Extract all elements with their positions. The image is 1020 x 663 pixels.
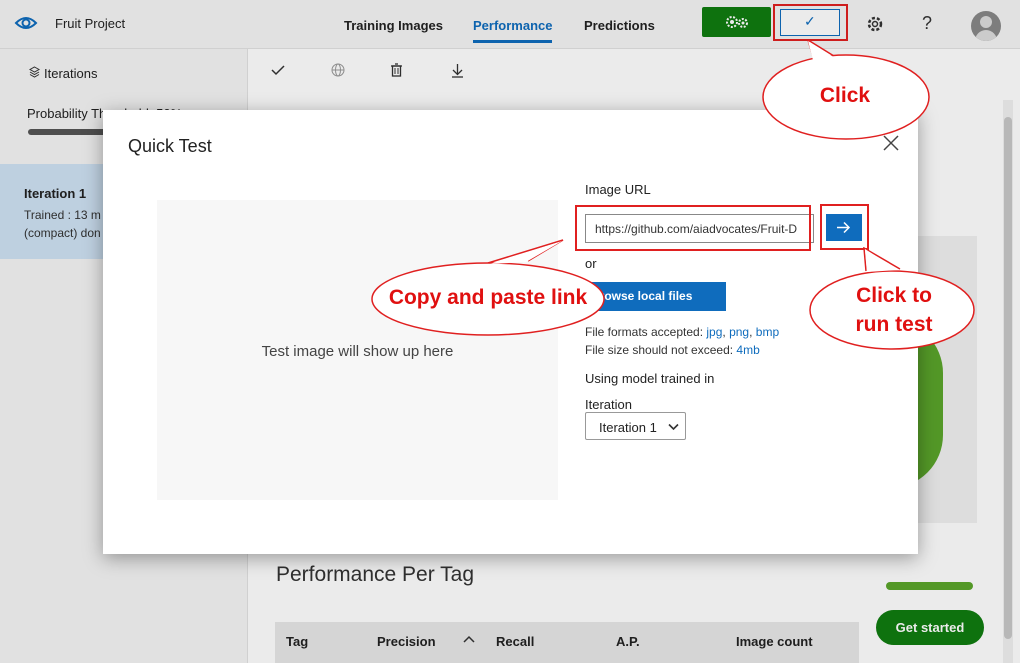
run-test-callout-line2: run test — [855, 313, 933, 336]
preview-placeholder: Test image will show up here — [261, 343, 454, 360]
copy-paste-callout-text: Copy and paste link — [388, 286, 588, 309]
image-url-label: Image URL — [585, 182, 651, 197]
dialog-title: Quick Test — [128, 136, 212, 156]
format-png-link[interactable]: png — [729, 325, 749, 339]
using-model-label: Using model trained in — [585, 371, 715, 386]
iteration-select-label: Iteration — [585, 397, 632, 412]
run-test-callout-line1: Click to — [856, 284, 932, 307]
chevron-down-icon — [668, 423, 679, 431]
run-test-callout: Click to run test — [808, 247, 980, 351]
format-jpg-link[interactable]: jpg — [706, 325, 722, 339]
iteration-select-value: Iteration 1 — [599, 420, 657, 435]
copy-paste-callout: Copy and paste link — [370, 237, 615, 337]
iteration-select[interactable]: Iteration 1 — [585, 412, 686, 440]
run-test-highlight — [820, 204, 869, 250]
format-bmp-link[interactable]: bmp — [756, 325, 779, 339]
file-size-text: File size should not exceed: 4mb — [585, 343, 760, 357]
size-limit-link[interactable]: 4mb — [736, 343, 759, 357]
click-callout: Click — [760, 40, 935, 142]
click-callout-text: Click — [819, 84, 871, 107]
